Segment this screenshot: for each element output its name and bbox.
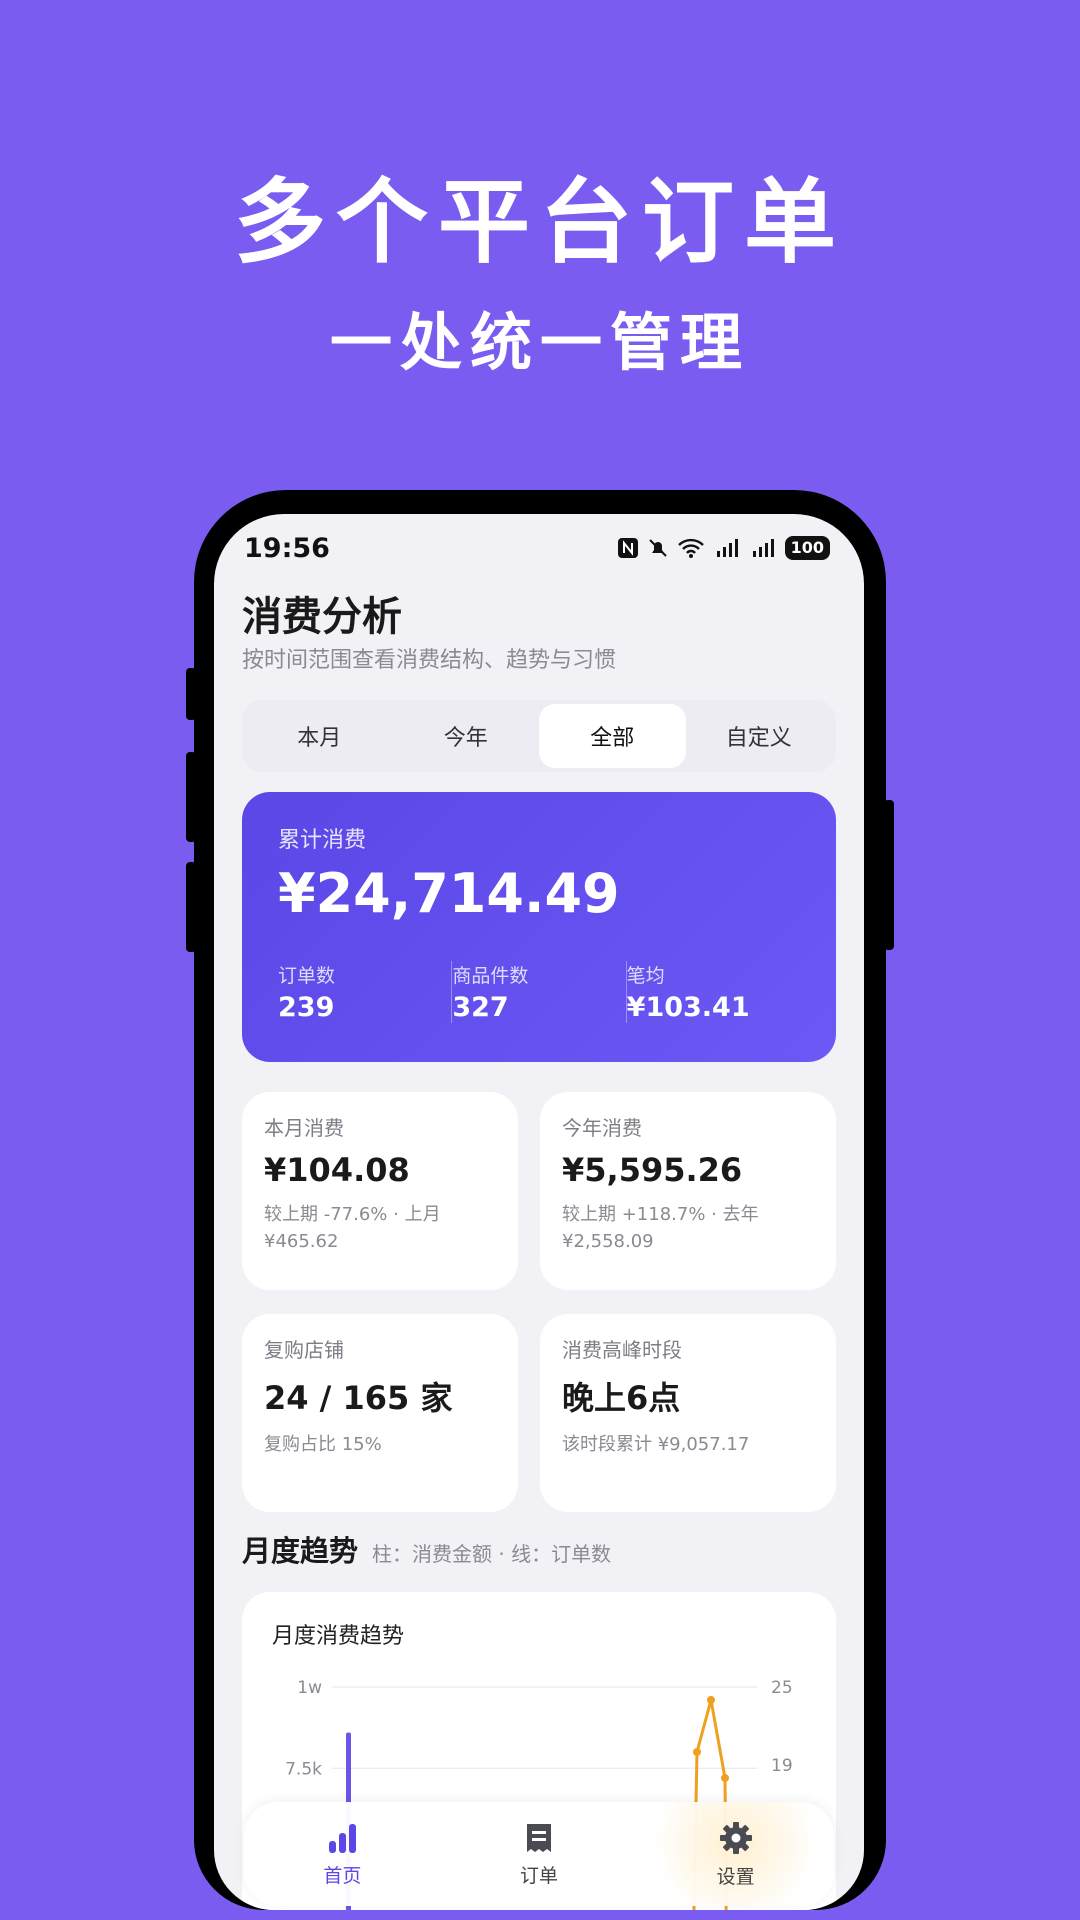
tab-orders[interactable]: 订单 — [441, 1802, 638, 1906]
summary-stats: 订单数 239 商品件数 327 笔均 ¥103.41 — [278, 961, 800, 1023]
bottom-tab-bar: 首页 订单 设置 — [244, 1802, 835, 1906]
stat-label: 订单数 — [278, 965, 336, 987]
card-note: 较上期 +118.7% · 去年 ¥2,558.09 — [562, 1204, 759, 1252]
card-note: 复购占比 15% — [264, 1434, 382, 1455]
stat-value: 239 — [278, 992, 335, 1023]
total-spending-card: 累计消费 ¥24,714.49 订单数 239 商品件数 327 笔均 ¥103… — [242, 792, 836, 1062]
tab-label: 首页 — [323, 1864, 362, 1887]
stat-label: 商品件数 — [452, 965, 529, 987]
total-label: 累计消费 — [278, 828, 367, 853]
stat-orders: 订单数 239 — [278, 961, 451, 1023]
card-value: 晚上6点 — [562, 1379, 681, 1417]
phone-volume-down — [186, 862, 196, 952]
stat-value: 327 — [452, 992, 509, 1023]
right-tick-label: 25 — [771, 1678, 793, 1698]
stat-value: ¥103.41 — [626, 992, 750, 1023]
left-tick-label: 1w — [297, 1678, 322, 1698]
left-tick-label: 7.5k — [285, 1759, 322, 1779]
phone-frame: 19:56 100 消费分析 按时间范围查看消费结构、趋势与习惯 本月 今年 全… — [186, 490, 894, 1910]
repeat-shops-card[interactable]: 复购店铺 24 / 165 家 复购占比 15% — [242, 1314, 518, 1512]
card-label: 本月消费 — [264, 1116, 344, 1140]
card-note: 较上期 -77.6% · 上月 ¥465.62 — [264, 1204, 441, 1252]
month-spending-card[interactable]: 本月消费 ¥104.08 较上期 -77.6% · 上月 ¥465.62 — [242, 1092, 518, 1290]
nfc-icon — [617, 537, 639, 559]
phone-volume-up — [186, 752, 196, 842]
phone-power-button — [884, 800, 894, 950]
tab-custom[interactable]: 自定义 — [686, 704, 833, 768]
tab-home[interactable]: 首页 — [244, 1802, 441, 1906]
status-time: 19:56 — [244, 532, 330, 564]
signal-4g-icon — [749, 537, 777, 559]
card-value: ¥5,595.26 — [562, 1151, 743, 1189]
line-point — [721, 1774, 729, 1782]
line-point — [707, 1696, 715, 1704]
total-amount: ¥24,714.49 — [278, 862, 620, 925]
right-tick-label: 19 — [771, 1756, 793, 1776]
card-label: 消费高峰时段 — [562, 1338, 682, 1362]
mute-bell-icon — [647, 537, 669, 559]
range-tabs: 本月 今年 全部 自定义 — [242, 700, 836, 772]
stat-label: 笔均 — [626, 965, 665, 987]
card-value: 24 / 165 家 — [264, 1379, 453, 1417]
tab-settings[interactable]: 设置 — [637, 1802, 835, 1906]
promo-subtitle: 一处统一管理 — [329, 306, 750, 379]
card-note: 该时段累计 ¥9,057.17 — [562, 1434, 750, 1455]
tab-label: 设置 — [716, 1865, 755, 1888]
trend-section-header: 月度趋势 柱：消费金额 · 线：订单数 — [242, 1528, 611, 1570]
page-title: 消费分析 — [242, 594, 402, 640]
card-label: 今年消费 — [562, 1116, 642, 1140]
gear-icon — [719, 1821, 752, 1854]
signal-5g-icon — [713, 537, 741, 559]
card-label: 复购店铺 — [264, 1338, 344, 1362]
section-title: 月度趋势 — [242, 1534, 359, 1568]
phone-screen: 19:56 100 消费分析 按时间范围查看消费结构、趋势与习惯 本月 今年 全… — [214, 514, 864, 1910]
card-value: ¥104.08 — [264, 1151, 410, 1189]
status-icons: 100 — [617, 536, 830, 560]
tab-label: 订单 — [520, 1864, 559, 1887]
status-bar: 19:56 100 — [244, 528, 830, 568]
tab-all[interactable]: 全部 — [539, 704, 686, 768]
stat-average: 笔均 ¥103.41 — [625, 961, 800, 1023]
wifi-icon — [677, 537, 705, 559]
receipt-icon — [527, 1823, 551, 1852]
page-subtitle: 按时间范围查看消费结构、趋势与习惯 — [242, 648, 617, 673]
tab-this-year[interactable]: 今年 — [393, 704, 540, 768]
phone-side-button — [186, 668, 196, 720]
line-point — [693, 1748, 701, 1756]
promo-title: 多个平台订单 — [233, 169, 846, 276]
section-legend: 柱：消费金额 · 线：订单数 — [372, 1542, 612, 1566]
peak-time-card[interactable]: 消费高峰时段 晚上6点 该时段累计 ¥9,057.17 — [540, 1314, 836, 1512]
year-spending-card[interactable]: 今年消费 ¥5,595.26 较上期 +118.7% · 去年 ¥2,558.0… — [540, 1092, 836, 1290]
stat-items: 商品件数 327 — [451, 961, 625, 1023]
tab-this-month[interactable]: 本月 — [246, 704, 393, 768]
battery-indicator: 100 — [784, 536, 830, 560]
bar-chart-icon — [329, 1823, 357, 1853]
